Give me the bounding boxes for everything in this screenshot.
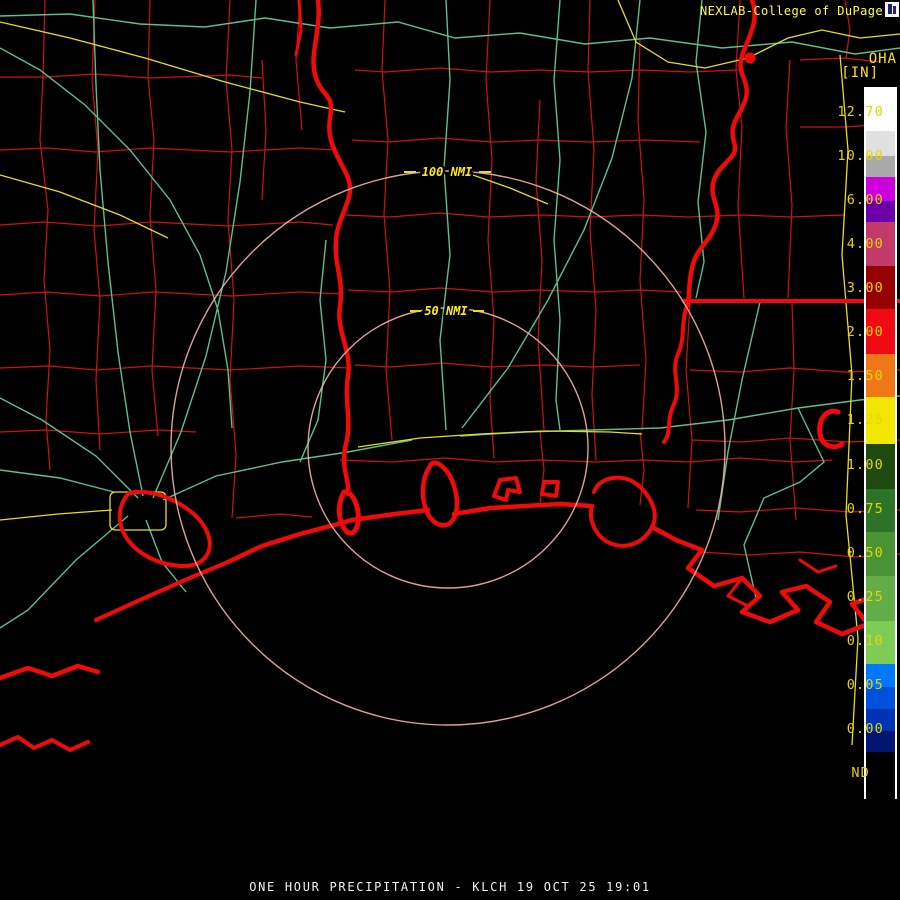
sabine-lake: [339, 492, 358, 533]
highway-lines-primary: [0, 0, 900, 745]
legend-value-label: 2.00: [816, 325, 884, 339]
legend-value-label: 12.70: [816, 105, 884, 119]
legend-value-label: 0.25: [816, 590, 884, 604]
vermilion-bay: [591, 478, 655, 546]
legend-value-label: ND: [802, 766, 884, 780]
legend-value-labels: 12.70 10.00 6.00 4.00 3.00 2.00 1.50 1.25 1.00 0.…: [816, 90, 884, 795]
legend-value-label: 1.00: [816, 458, 884, 472]
calcasieu-lake: [423, 463, 457, 526]
radar-display: 100 NMI 50 NMI NEXLAB-College of DuPage …: [0, 0, 900, 900]
legend-value-label: 0.10: [816, 634, 884, 648]
legend-value-label: 1.50: [816, 369, 884, 383]
range-ring-50nmi: [308, 308, 588, 588]
legend-value-label: 0.50: [816, 546, 884, 560]
range-ring-label-50: 50 NMI: [424, 304, 468, 318]
legend-value-label: 6.00: [816, 193, 884, 207]
legend-value-label: 1.25: [816, 413, 884, 427]
legend-value-label: 3.00: [816, 281, 884, 295]
site-title: NEXLAB-College of DuPage: [700, 4, 883, 18]
galveston-island: [96, 562, 228, 620]
legend-value-label: 0.00: [816, 722, 884, 736]
coastline: [228, 510, 428, 562]
legend-value-label: 0.75: [816, 502, 884, 516]
water-feature-lines: [0, 0, 900, 750]
legend-value-label: 10.00: [816, 149, 884, 163]
range-ring-label-100: 100 NMI: [422, 165, 473, 179]
radar-map: 100 NMI 50 NMI: [0, 0, 900, 900]
legend-value-label: 4.00: [816, 237, 884, 251]
product-caption: ONE HOUR PRECIPITATION - KLCH 19 OCT 25 …: [0, 880, 900, 894]
legend-value-label: 0.05: [816, 678, 884, 692]
legend-units-label: [IN]: [841, 65, 879, 81]
sabine-river: [313, 0, 350, 494]
college-of-dupage-logo-icon: [885, 2, 899, 17]
